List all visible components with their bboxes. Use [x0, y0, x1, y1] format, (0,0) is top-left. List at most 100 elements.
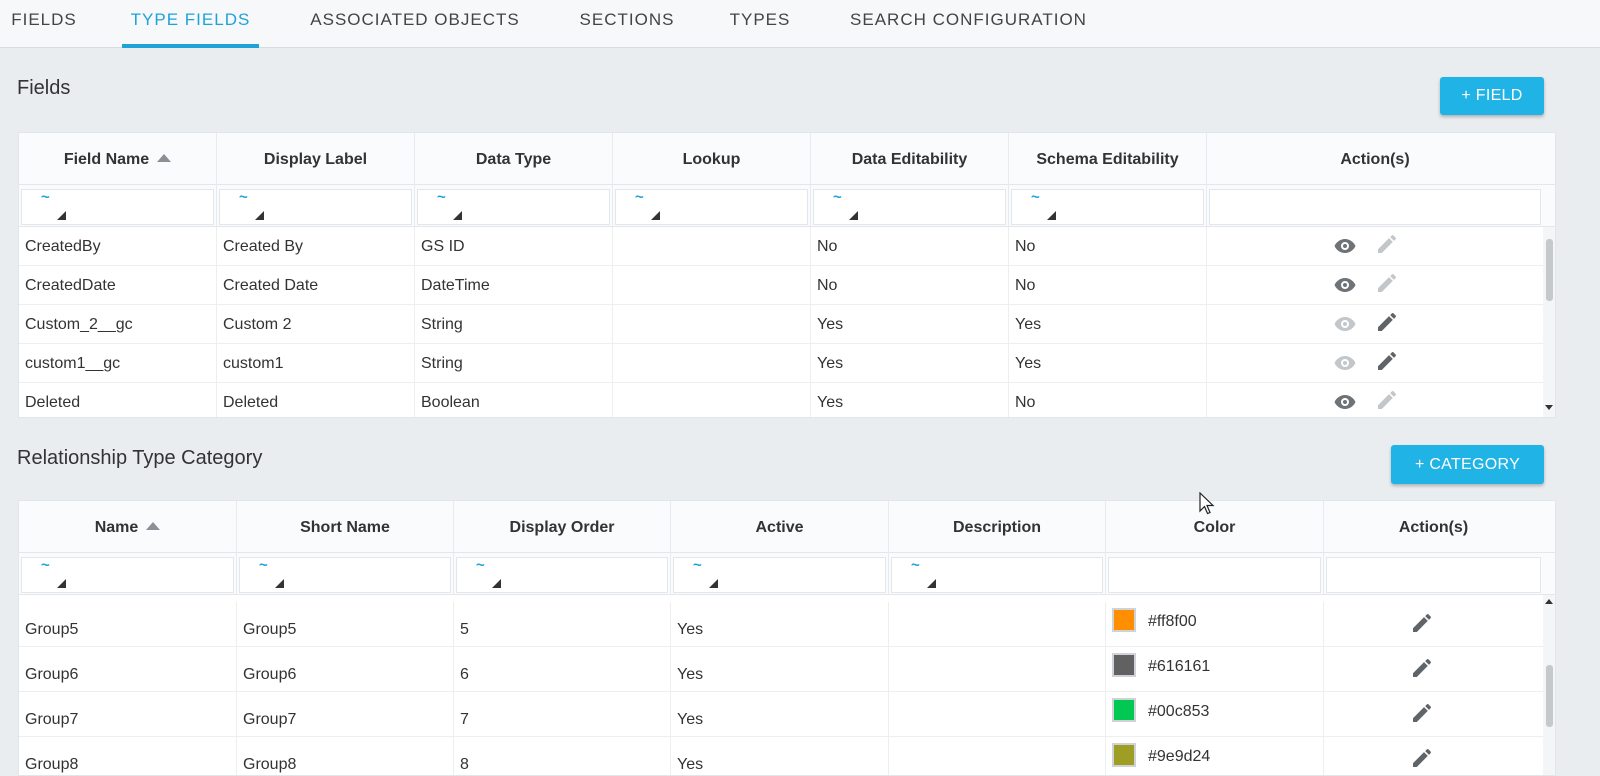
filter-input[interactable]: [456, 557, 668, 593]
column-header-short-name[interactable]: Short Name: [237, 501, 454, 553]
cell-field-name: CreatedBy: [19, 227, 217, 266]
pencil-icon[interactable]: [1375, 310, 1399, 334]
filter-description[interactable]: ~: [889, 553, 1106, 595]
color-hex-value: #ff8f00: [1148, 613, 1197, 630]
filter-lookup[interactable]: ~: [613, 185, 811, 227]
pencil-icon[interactable]: [1410, 701, 1434, 725]
cell-display-label: Created Date: [217, 266, 415, 305]
filter-display-order[interactable]: ~: [454, 553, 671, 595]
scrollbar-thumb[interactable]: [1546, 665, 1553, 727]
filter-active[interactable]: ~: [671, 553, 889, 595]
pencil-icon: [1378, 274, 1396, 292]
tilde-filter-icon: ~: [437, 189, 446, 206]
cell-actions: [1324, 692, 1543, 737]
cell-actions: [1207, 227, 1543, 266]
column-header-display-label[interactable]: Display Label: [217, 133, 415, 185]
tab-types[interactable]: TYPES: [729, 0, 791, 48]
filter-input[interactable]: [21, 557, 234, 593]
column-header-display-order[interactable]: Display Order: [454, 501, 671, 553]
cell-actions: [1324, 737, 1543, 775]
column-header-active[interactable]: Active: [671, 501, 889, 553]
fields-vertical-scrollbar[interactable]: [1543, 227, 1555, 417]
filter-actions-empty: [1324, 553, 1543, 595]
cell-display-order: 5: [454, 602, 671, 647]
tilde-filter-icon: ~: [259, 557, 268, 574]
tab-type-fields[interactable]: TYPE FIELDS: [122, 0, 259, 48]
eye-icon[interactable]: [1333, 390, 1357, 414]
pencil-icon[interactable]: [1410, 746, 1434, 770]
filter-input[interactable]: [891, 557, 1103, 593]
cell-data-editability: Yes: [811, 305, 1009, 344]
column-header-description[interactable]: Description: [889, 501, 1106, 553]
tilde-filter-icon: ~: [833, 189, 842, 206]
filter-resize-icon: [255, 211, 264, 220]
fields-section-title: Fields: [17, 77, 71, 99]
tilde-filter-icon: ~: [635, 189, 644, 206]
filter-data-type[interactable]: ~: [415, 185, 613, 227]
scrollbar-thumb[interactable]: [1546, 239, 1553, 301]
sort-ascending-icon[interactable]: [157, 154, 172, 162]
category-vertical-scrollbar[interactable]: [1543, 595, 1555, 775]
cell-schema-editability: No: [1009, 266, 1207, 305]
filter-field-name[interactable]: ~: [19, 185, 217, 227]
cell-data-editability: Yes: [811, 344, 1009, 383]
color-swatch: [1112, 698, 1136, 722]
cell-actions: [1324, 647, 1543, 692]
filter-resize-icon: [57, 579, 66, 588]
tab-associated-objects[interactable]: ASSOCIATED OBJECTS: [304, 0, 526, 48]
tab-sections[interactable]: SECTIONS: [577, 0, 677, 48]
pencil-icon[interactable]: [1410, 611, 1434, 635]
add-category-button[interactable]: + CATEGORY: [1391, 445, 1544, 484]
cell-actions: [1207, 344, 1543, 383]
filter-display-label[interactable]: ~: [217, 185, 415, 227]
color-hex-value: #00c853: [1148, 703, 1210, 720]
column-header-field-name[interactable]: Field Name: [19, 133, 217, 185]
column-header-data-type[interactable]: Data Type: [415, 133, 613, 185]
filter-schema-editability[interactable]: ~: [1009, 185, 1207, 227]
cell-description: [889, 602, 1106, 647]
column-header-schema-editability[interactable]: Schema Editability: [1009, 133, 1207, 185]
cell-data-editability: No: [811, 266, 1009, 305]
table-row: Group8 Group8 8 Yes #9e9d24: [19, 737, 1543, 775]
column-header-lookup[interactable]: Lookup: [613, 133, 811, 185]
scroll-up-arrow-icon[interactable]: [1545, 599, 1553, 604]
mouse-cursor-icon: [1199, 492, 1215, 515]
column-header-label: Field Name: [63, 151, 150, 168]
filter-resize-icon: [57, 211, 66, 220]
filter-data-editability[interactable]: ~: [811, 185, 1009, 227]
scroll-down-arrow-icon[interactable]: [1545, 405, 1553, 410]
filter-name[interactable]: ~: [19, 553, 237, 595]
cell-schema-editability: No: [1009, 383, 1207, 417]
column-header-data-editability[interactable]: Data Editability: [811, 133, 1009, 185]
column-header-name[interactable]: Name: [19, 501, 237, 553]
filter-resize-icon: [927, 579, 936, 588]
table-row: Deleted Deleted Boolean Yes No: [19, 383, 1543, 417]
add-field-button[interactable]: + FIELD: [1440, 77, 1544, 115]
cell-actions: [1207, 383, 1543, 417]
tilde-filter-icon: ~: [41, 557, 50, 574]
category-section-title: Relationship Type Category: [17, 447, 263, 469]
filter-input[interactable]: [673, 557, 886, 593]
table-row: custom1__gc custom1 String Yes Yes: [19, 344, 1543, 383]
cell-name: Group7: [19, 692, 237, 737]
column-header-actions: Action(s): [1340, 151, 1410, 168]
cell-display-label: Custom 2: [217, 305, 415, 344]
eye-icon[interactable]: [1333, 273, 1357, 297]
pencil-icon[interactable]: [1410, 656, 1434, 680]
tab-search-configuration[interactable]: SEARCH CONFIGURATION: [843, 0, 1094, 48]
filter-input-disabled: [1108, 557, 1321, 593]
filter-input[interactable]: [239, 557, 451, 593]
cell-lookup: [613, 305, 811, 344]
cell-short-name: Group7: [237, 692, 454, 737]
tab-fields[interactable]: FIELDS: [10, 0, 78, 48]
cell-description: [889, 692, 1106, 737]
filter-resize-icon: [709, 579, 718, 588]
color-hex-value: #9e9d24: [1148, 748, 1211, 765]
sort-ascending-icon[interactable]: [146, 522, 161, 530]
pencil-icon[interactable]: [1375, 349, 1399, 373]
eye-icon[interactable]: [1333, 234, 1357, 258]
tab-bar: FIELDS TYPE FIELDS ASSOCIATED OBJECTS SE…: [0, 0, 1600, 48]
tilde-filter-icon: ~: [1031, 189, 1040, 206]
filter-short-name[interactable]: ~: [237, 553, 454, 595]
cell-data-type: GS ID: [415, 227, 613, 266]
